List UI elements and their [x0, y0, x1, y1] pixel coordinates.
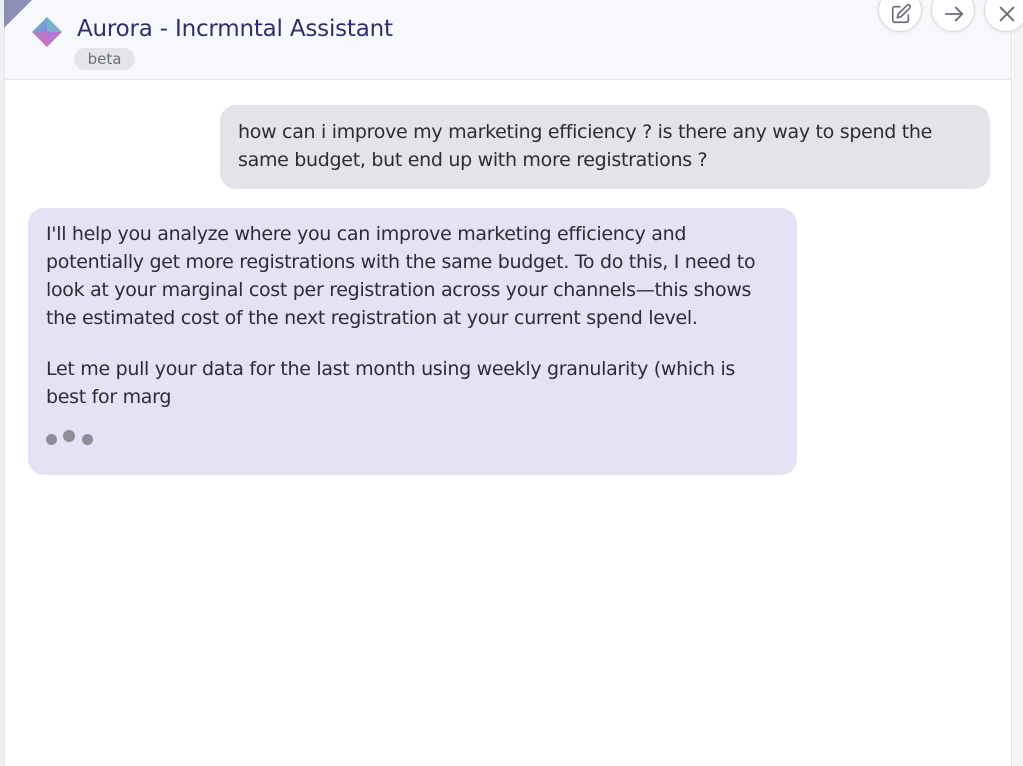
close-icon [999, 6, 1015, 22]
aurora-logo-icon [32, 17, 62, 47]
typing-dots-icon [46, 430, 106, 446]
assistant-paragraph-1: I'll help you analyze where you can impr… [46, 223, 756, 329]
arrow-right-icon [944, 6, 964, 22]
app-title: Aurora - Incrmntal Assistant [77, 16, 393, 42]
typing-dot [46, 434, 57, 445]
corner-fold [4, 0, 32, 28]
background-strip-right [1013, 0, 1023, 766]
assistant-message: I'll help you analyze where you can impr… [28, 208, 797, 475]
forward-button[interactable] [931, 0, 975, 32]
panel-header: Aurora - Incrmntal Assistant beta [5, 0, 1023, 80]
beta-badge: beta [74, 48, 135, 70]
page: Aurora - Incrmntal Assistant beta how ca… [0, 0, 1023, 766]
edit-icon [891, 3, 912, 24]
typing-dot [82, 434, 93, 445]
assistant-panel: Aurora - Incrmntal Assistant beta how ca… [4, 0, 1023, 766]
close-button[interactable] [984, 0, 1023, 32]
edit-button[interactable] [878, 0, 922, 32]
typing-dot [63, 430, 75, 442]
user-message: how can i improve my marketing efficienc… [220, 105, 990, 189]
assistant-paragraph-2: Let me pull your data for the last month… [46, 358, 736, 408]
